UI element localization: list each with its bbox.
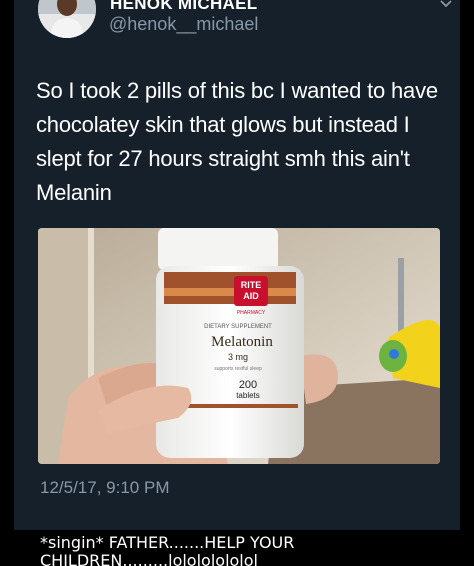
- tweet-text: So I took 2 pills of this bc I wanted to…: [36, 78, 438, 205]
- caption-line-1: *singin* FATHER.......HELP YOUR: [40, 533, 295, 552]
- bottle-pharmacy: PHARMACY: [237, 310, 266, 316]
- bottle-brand-line1: RITE: [241, 280, 262, 290]
- bottle-unit: tablets: [236, 391, 260, 400]
- avatar[interactable]: [38, 0, 96, 38]
- avatar-image: [38, 0, 96, 38]
- bottle-count: 200: [239, 379, 257, 391]
- bottle-support: supports restful sleep: [214, 366, 262, 372]
- display-name[interactable]: HENOK MICHAEL: [110, 0, 257, 14]
- meme-caption: *singin* FATHER.......HELP YOUR CHILDREN…: [0, 530, 474, 566]
- tweet-timestamp[interactable]: 12/5/17, 9:10 PM: [40, 478, 169, 498]
- bottle-brand-line2: AID: [243, 291, 259, 301]
- user-handle[interactable]: @henok__michael: [109, 14, 258, 35]
- bottle-supplement: DIETARY SUPPLEMENT: [204, 324, 272, 330]
- melatonin-bottle-photo: RITE AID PHARMACY DIETARY SUPPLEMENT Mel…: [38, 228, 440, 464]
- tweet-photo[interactable]: RITE AID PHARMACY DIETARY SUPPLEMENT Mel…: [38, 228, 440, 464]
- caption-line-2: CHILDREN.........lolololololol: [40, 551, 258, 566]
- tweet-card: HENOK MICHAEL @henok__michael So I took …: [14, 0, 460, 530]
- bottle-dose: 3 mg: [228, 352, 248, 362]
- bottle-product-name: Melatonin: [211, 334, 273, 350]
- tweet-header: HENOK MICHAEL @henok__michael: [14, 0, 460, 56]
- chevron-down-icon[interactable]: [438, 0, 454, 12]
